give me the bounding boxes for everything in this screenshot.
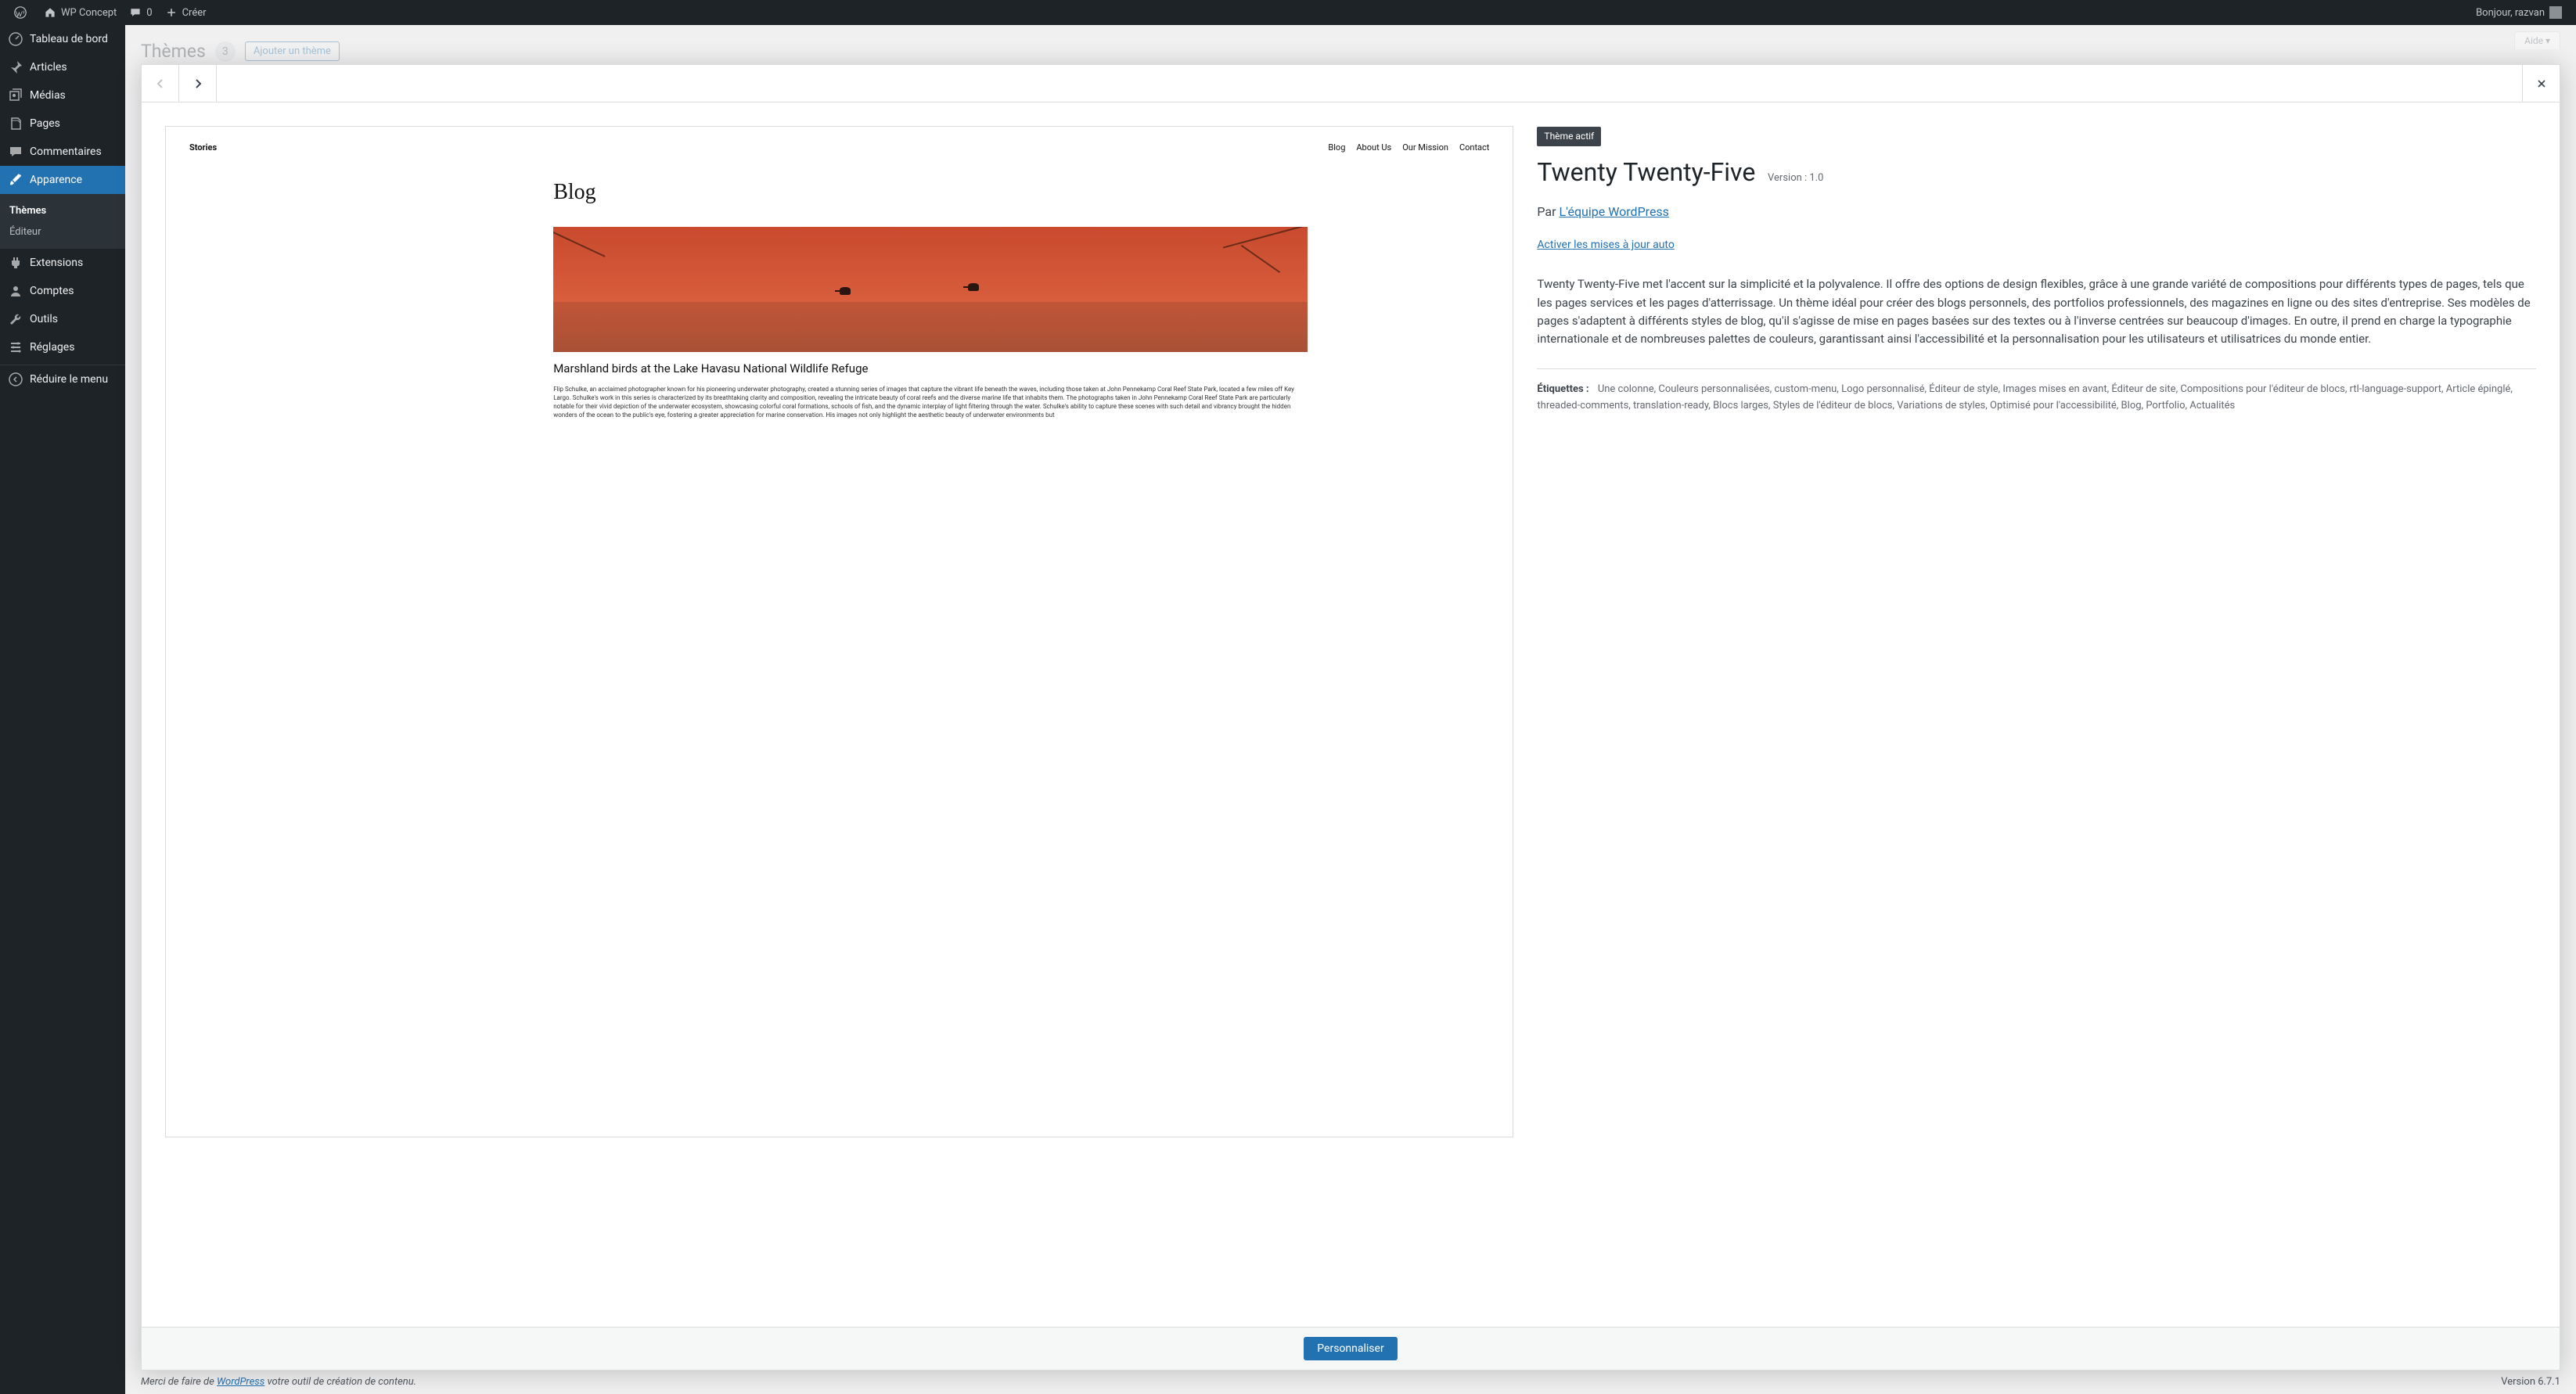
pages-icon xyxy=(8,116,23,131)
brush-icon xyxy=(8,172,23,188)
active-theme-badge: Thème actif xyxy=(1537,127,1601,146)
home-icon xyxy=(44,6,56,19)
theme-count-badge: 3 xyxy=(215,41,236,62)
sidebar-item-settings[interactable]: Réglages xyxy=(0,333,125,361)
comments-menu[interactable]: 0 xyxy=(123,0,158,25)
ss-nav-item: About Us xyxy=(1356,142,1391,153)
pin-icon xyxy=(8,59,23,75)
new-content-menu[interactable]: Créer xyxy=(159,0,213,25)
sidebar-item-posts[interactable]: Articles xyxy=(0,53,125,81)
by-label: Par xyxy=(1537,204,1556,219)
site-name-label: WP Concept xyxy=(61,7,117,19)
plus-icon xyxy=(165,6,178,19)
tags-list: Une colonne, Couleurs personnalisées, cu… xyxy=(1537,383,2513,411)
sidebar-collapse[interactable]: Réduire le menu xyxy=(0,365,125,393)
wp-logo-menu[interactable] xyxy=(8,0,38,25)
footer-thanks-suffix: votre outil de création de contenu. xyxy=(264,1376,416,1388)
customize-button[interactable]: Personnaliser xyxy=(1304,1337,1397,1360)
chevron-right-icon xyxy=(190,76,206,92)
ss-featured-image xyxy=(553,227,1308,352)
media-icon xyxy=(8,88,23,103)
chevron-left-icon xyxy=(153,76,168,92)
comment-icon xyxy=(129,6,142,19)
sidebar-item-appearance[interactable]: Apparence xyxy=(0,166,125,194)
dashboard-icon xyxy=(8,31,23,47)
theme-name: Twenty Twenty-Five xyxy=(1537,153,1755,192)
ss-nav-item: Contact xyxy=(1459,142,1489,153)
theme-screenshot-column: Stories Blog About Us Our Mission Contac… xyxy=(142,102,1537,1327)
create-label: Créer xyxy=(182,7,207,19)
sliders-icon xyxy=(8,340,23,355)
sidebar-label: Pages xyxy=(30,117,60,130)
help-tab[interactable]: Aide ▾ xyxy=(2514,31,2560,49)
prev-theme-button[interactable] xyxy=(142,65,179,102)
comment-icon xyxy=(8,144,23,160)
auto-update-link[interactable]: Activer les mises à jour auto xyxy=(1537,239,1674,251)
overlay-header xyxy=(142,65,2560,102)
theme-author-link[interactable]: L'équipe WordPress xyxy=(1560,204,1669,219)
comment-count: 0 xyxy=(146,7,152,19)
user-menu[interactable]: Bonjour, razvan xyxy=(2470,0,2568,25)
sidebar-label: Commentaires xyxy=(30,146,102,158)
footer-version: Version 6.7.1 xyxy=(2501,1376,2560,1388)
theme-screenshot: Stories Blog About Us Our Mission Contac… xyxy=(165,126,1513,1137)
sidebar-item-users[interactable]: Comptes xyxy=(0,277,125,305)
wordpress-icon xyxy=(14,6,27,19)
ss-heading: Blog xyxy=(553,180,1308,205)
admin-sidebar: Tableau de bord Articles Médias Pages Co… xyxy=(0,25,125,1394)
sidebar-item-pages[interactable]: Pages xyxy=(0,110,125,138)
sidebar-label: Apparence xyxy=(30,174,82,186)
avatar xyxy=(2549,6,2562,19)
sidebar-item-comments[interactable]: Commentaires xyxy=(0,138,125,166)
ss-nav-item: Blog xyxy=(1328,142,1345,153)
page-title: Thèmes xyxy=(141,41,206,62)
tags-label: Étiquettes : xyxy=(1537,383,1588,395)
ss-nav-item: Our Mission xyxy=(1402,142,1448,153)
footer-wp-link[interactable]: WordPress xyxy=(217,1376,264,1388)
close-overlay-button[interactable] xyxy=(2522,65,2560,102)
wrench-icon xyxy=(8,311,23,327)
theme-version: Version : 1.0 xyxy=(1768,172,1823,184)
footer-thanks-prefix: Merci de faire de xyxy=(141,1376,217,1388)
greeting-label: Bonjour, razvan xyxy=(2476,7,2545,19)
sidebar-label: Réduire le menu xyxy=(30,373,108,386)
plugin-icon xyxy=(8,255,23,271)
ss-site-title: Stories xyxy=(189,142,217,153)
add-theme-button[interactable]: Ajouter un thème xyxy=(245,41,340,61)
sidebar-item-plugins[interactable]: Extensions xyxy=(0,249,125,277)
theme-author-line: Par L'équipe WordPress xyxy=(1537,202,2536,222)
theme-tags: Étiquettes : Une colonne, Couleurs perso… xyxy=(1537,368,2536,415)
sidebar-item-media[interactable]: Médias xyxy=(0,81,125,110)
site-name-menu[interactable]: WP Concept xyxy=(38,0,123,25)
next-theme-button[interactable] xyxy=(179,65,217,102)
sidebar-sub-themes[interactable]: Thèmes xyxy=(0,200,125,221)
collapse-icon xyxy=(8,372,23,387)
theme-detail-overlay: Stories Blog About Us Our Mission Contac… xyxy=(141,64,2560,1371)
admin-bar: WP Concept 0 Créer Bonjour, razvan xyxy=(0,0,2576,25)
sidebar-label: Médias xyxy=(30,89,66,102)
sidebar-item-tools[interactable]: Outils xyxy=(0,305,125,333)
main-content: Aide ▾ Thèmes 3 Ajouter un thème Stories xyxy=(125,25,2576,1394)
sidebar-label: Extensions xyxy=(30,257,83,269)
theme-detail-column: Thème actif Twenty Twenty-Five Version :… xyxy=(1537,102,2560,1327)
sidebar-item-dashboard[interactable]: Tableau de bord xyxy=(0,25,125,53)
overlay-footer: Personnaliser xyxy=(142,1327,2560,1370)
ss-post-title: Marshland birds at the Lake Havasu Natio… xyxy=(553,361,1308,377)
sidebar-label: Tableau de bord xyxy=(30,33,108,45)
sidebar-label: Réglages xyxy=(30,341,74,354)
sidebar-label: Articles xyxy=(30,61,67,74)
sidebar-label: Outils xyxy=(30,313,58,325)
close-icon xyxy=(2535,77,2548,90)
sidebar-label: Comptes xyxy=(30,285,74,297)
user-icon xyxy=(8,283,23,299)
theme-description: Twenty Twenty-Five met l'accent sur la s… xyxy=(1537,275,2536,348)
sidebar-submenu-appearance: Thèmes Éditeur xyxy=(0,194,125,249)
ss-post-body: Flip Schulke, an acclaimed photographer … xyxy=(553,385,1308,420)
sidebar-sub-editor[interactable]: Éditeur xyxy=(0,221,125,243)
page-footer: Merci de faire de WordPress votre outil … xyxy=(125,1370,2576,1394)
